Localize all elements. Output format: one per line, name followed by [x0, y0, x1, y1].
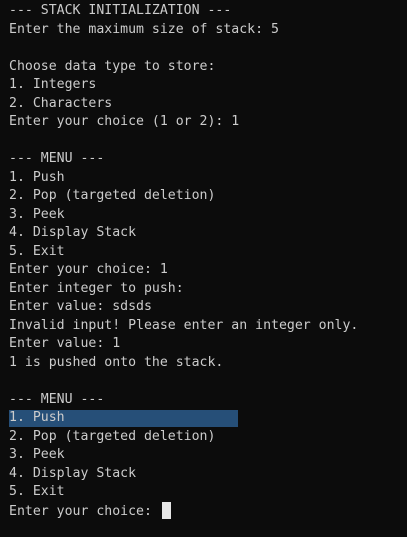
menu-option-push: 1. Push — [9, 169, 65, 185]
value-entry-line: Enter value: sdsds — [9, 299, 152, 314]
menu-header: --- MENU --- — [9, 391, 105, 407]
data-type-choice-line: Enter your choice (1 or 2): 1 — [9, 114, 240, 129]
menu-header: --- MENU --- — [9, 151, 105, 166]
input-prompt-text: Enter your choice: — [9, 503, 160, 519]
menu-option-peek: 3. Peek — [9, 447, 65, 462]
menu-option-exit: 5. Exit — [9, 243, 65, 259]
menu-option-exit: 5. Exit — [9, 484, 65, 499]
push-result-line: 1 is pushed onto the stack. — [9, 354, 224, 370]
menu-option-peek: 3. Peek — [9, 206, 65, 222]
stack-size-prompt: Enter the maximum size of stack: 5 — [9, 21, 279, 37]
menu-option-display: 4. Display Stack — [9, 465, 137, 481]
text-cursor[interactable] — [161, 501, 171, 519]
menu-option-push: 1. Push — [9, 410, 65, 425]
menu-choice-line: Enter your choice: 1 — [9, 262, 168, 277]
menu-option-pop: 2. Pop (targeted deletion) — [9, 428, 216, 444]
error-message-line: Invalid input! Please enter an integer o… — [9, 317, 359, 333]
init-header: --- STACK INITIALIZATION --- — [9, 3, 232, 18]
data-type-heading: Choose data type to store: — [9, 58, 216, 74]
selection-highlight-line — [9, 372, 407, 427]
menu-option-pop: 2. Pop (targeted deletion) — [9, 188, 216, 203]
menu-option-display: 4. Display Stack — [9, 225, 137, 240]
input-prompt-line[interactable]: Enter your choice: — [9, 501, 407, 521]
data-type-option-integers: 1. Integers — [9, 77, 97, 92]
value-entry-line: Enter value: 1 — [9, 336, 121, 351]
push-prompt-line: Enter integer to push: — [9, 280, 184, 296]
data-type-option-characters: 2. Characters — [9, 95, 113, 111]
terminal-window[interactable]: --- STACK INITIALIZATION --- Enter the m… — [0, 0, 407, 537]
